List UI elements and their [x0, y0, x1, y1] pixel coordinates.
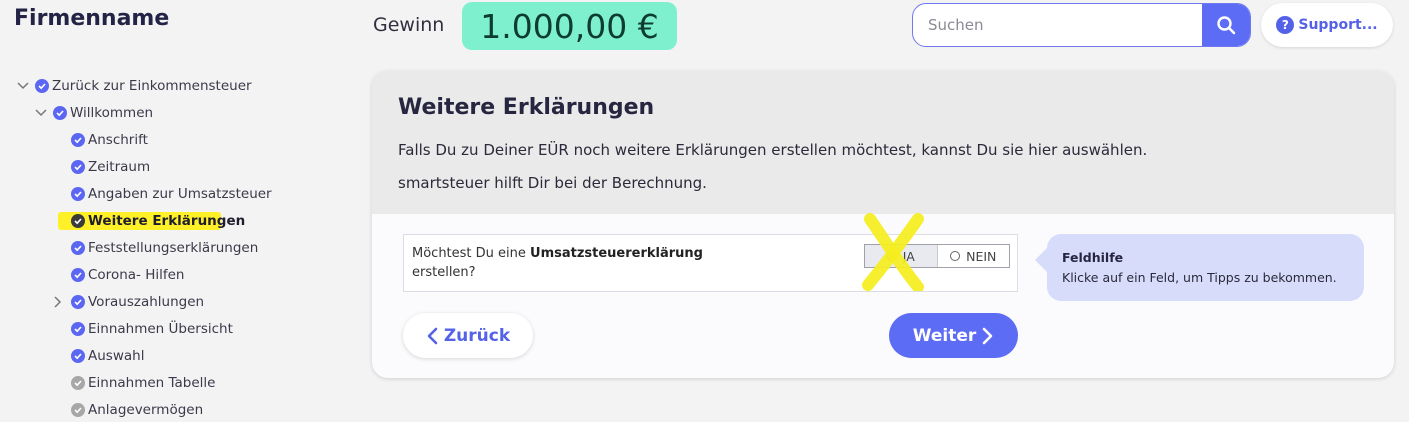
sidebar-item-einnahmen-uebersicht[interactable]: Einnahmen Übersicht	[0, 315, 360, 342]
radio-ja[interactable]: JA	[865, 245, 938, 267]
check-icon	[71, 267, 85, 282]
sidebar-item-weitere-erklaerungen[interactable]: Weitere Erklärungen	[0, 207, 360, 234]
chevron-down-icon[interactable]	[16, 79, 30, 93]
check-icon	[71, 213, 85, 228]
question-suffix: erstellen?	[412, 265, 476, 280]
check-icon	[71, 159, 85, 174]
question-row: Möchtest Du eine Umsatzsteuererklärung e…	[403, 234, 1018, 292]
sidebar-nav: Zurück zur Einkommensteuer Willkommen An…	[0, 72, 360, 422]
next-label: Weiter	[912, 325, 977, 346]
search-icon	[1217, 16, 1236, 35]
question-icon: ?	[1276, 16, 1295, 34]
back-button[interactable]: Zurück	[403, 313, 533, 358]
check-icon	[71, 294, 85, 309]
question-keyword: Umsatzsteuererklärung	[530, 246, 703, 261]
search-bar	[912, 3, 1251, 47]
sidebar-item-label: Anlagevermögen	[88, 401, 204, 418]
chevron-down-icon[interactable]	[34, 106, 48, 120]
search-button[interactable]	[1202, 4, 1250, 46]
help-text: Klicke auf ein Feld, um Tipps zu bekomme…	[1062, 270, 1337, 285]
chevron-right-icon[interactable]	[51, 295, 65, 309]
sidebar-item-label: Auswahl	[88, 347, 145, 364]
check-icon	[71, 240, 85, 255]
sidebar-item-corona-hilfen[interactable]: Corona- Hilfen	[0, 261, 360, 288]
check-icon	[53, 105, 67, 120]
sidebar-item-auswahl[interactable]: Auswahl	[0, 342, 360, 369]
radio-selected-icon	[886, 251, 897, 261]
gewinn-value: 1.000,00 €	[462, 2, 677, 50]
chevron-left-icon	[427, 327, 438, 344]
check-icon	[71, 402, 85, 417]
chevron-right-icon	[982, 327, 993, 344]
brand-name: Firmenname	[14, 6, 170, 31]
sidebar-item-label: Angaben zur Umsatzsteuer	[88, 185, 272, 202]
check-icon	[71, 132, 85, 147]
support-button[interactable]: ? Support...	[1261, 3, 1393, 47]
radio-nein-label: NEIN	[966, 248, 997, 264]
sidebar-item-feststellungserklaerungen[interactable]: Feststellungserklärungen	[0, 234, 360, 261]
sidebar-item-label: Weitere Erklärungen	[88, 212, 246, 229]
radio-ja-label: JA	[902, 248, 915, 264]
sidebar-item-label: Zurück zur Einkommensteuer	[52, 77, 252, 94]
help-title: Feldhilfe	[1062, 250, 1124, 265]
sidebar-item-label: Zeitraum	[88, 158, 151, 175]
sidebar-item-label: Einnahmen Übersicht	[88, 320, 233, 337]
check-icon	[35, 78, 49, 93]
card-header: Weitere Erklärungen Falls Du zu Deiner E…	[372, 71, 1394, 214]
sidebar-item-label: Vorauszahlungen	[88, 293, 205, 310]
sidebar-item-label: Einnahmen Tabelle	[88, 374, 216, 391]
field-help-panel: Feldhilfe Klicke auf ein Feld, um Tipps …	[1035, 234, 1364, 301]
check-icon	[71, 186, 85, 201]
description-line-2: smartsteuer hilft Dir bei der Berechnung…	[398, 174, 707, 192]
sidebar-item-label: Corona- Hilfen	[88, 266, 185, 283]
page-title: Weitere Erklärungen	[398, 95, 655, 120]
sidebar-item-umsatzsteuer[interactable]: Angaben zur Umsatzsteuer	[0, 180, 360, 207]
sidebar-item-einnahmen-tabelle[interactable]: Einnahmen Tabelle	[0, 369, 360, 396]
question-text: Möchtest Du eine Umsatzsteuererklärung e…	[412, 244, 703, 282]
main-card: Weitere Erklärungen Falls Du zu Deiner E…	[372, 71, 1394, 378]
radio-unselected-icon	[950, 251, 961, 261]
check-icon	[71, 348, 85, 363]
next-button[interactable]: Weiter	[889, 313, 1018, 358]
sidebar-item-willkommen[interactable]: Willkommen	[0, 99, 360, 126]
search-input[interactable]	[913, 4, 1202, 46]
sidebar-item-label: Anschrift	[88, 131, 148, 148]
yes-no-radio-group: JA NEIN	[864, 244, 1010, 268]
check-icon	[71, 321, 85, 336]
question-prefix: Möchtest Du eine	[412, 246, 531, 261]
sidebar-item-zurueck-einkommensteuer[interactable]: Zurück zur Einkommensteuer	[0, 72, 360, 99]
sidebar-item-zeitraum[interactable]: Zeitraum	[0, 153, 360, 180]
sidebar-item-vorauszahlungen[interactable]: Vorauszahlungen	[0, 288, 360, 315]
description-line-1: Falls Du zu Deiner EÜR noch weitere Erkl…	[398, 141, 1148, 159]
gewinn-label: Gewinn	[373, 14, 445, 36]
back-label: Zurück	[443, 325, 511, 346]
check-icon	[71, 375, 85, 390]
sidebar-item-label: Feststellungserklärungen	[88, 239, 259, 256]
sidebar-item-anlagevermoegen[interactable]: Anlagevermögen	[0, 396, 360, 422]
sidebar-item-anschrift[interactable]: Anschrift	[0, 126, 360, 153]
support-label: Support...	[1298, 17, 1378, 33]
radio-nein[interactable]: NEIN	[938, 245, 1010, 267]
sidebar-item-label: Willkommen	[70, 104, 154, 121]
